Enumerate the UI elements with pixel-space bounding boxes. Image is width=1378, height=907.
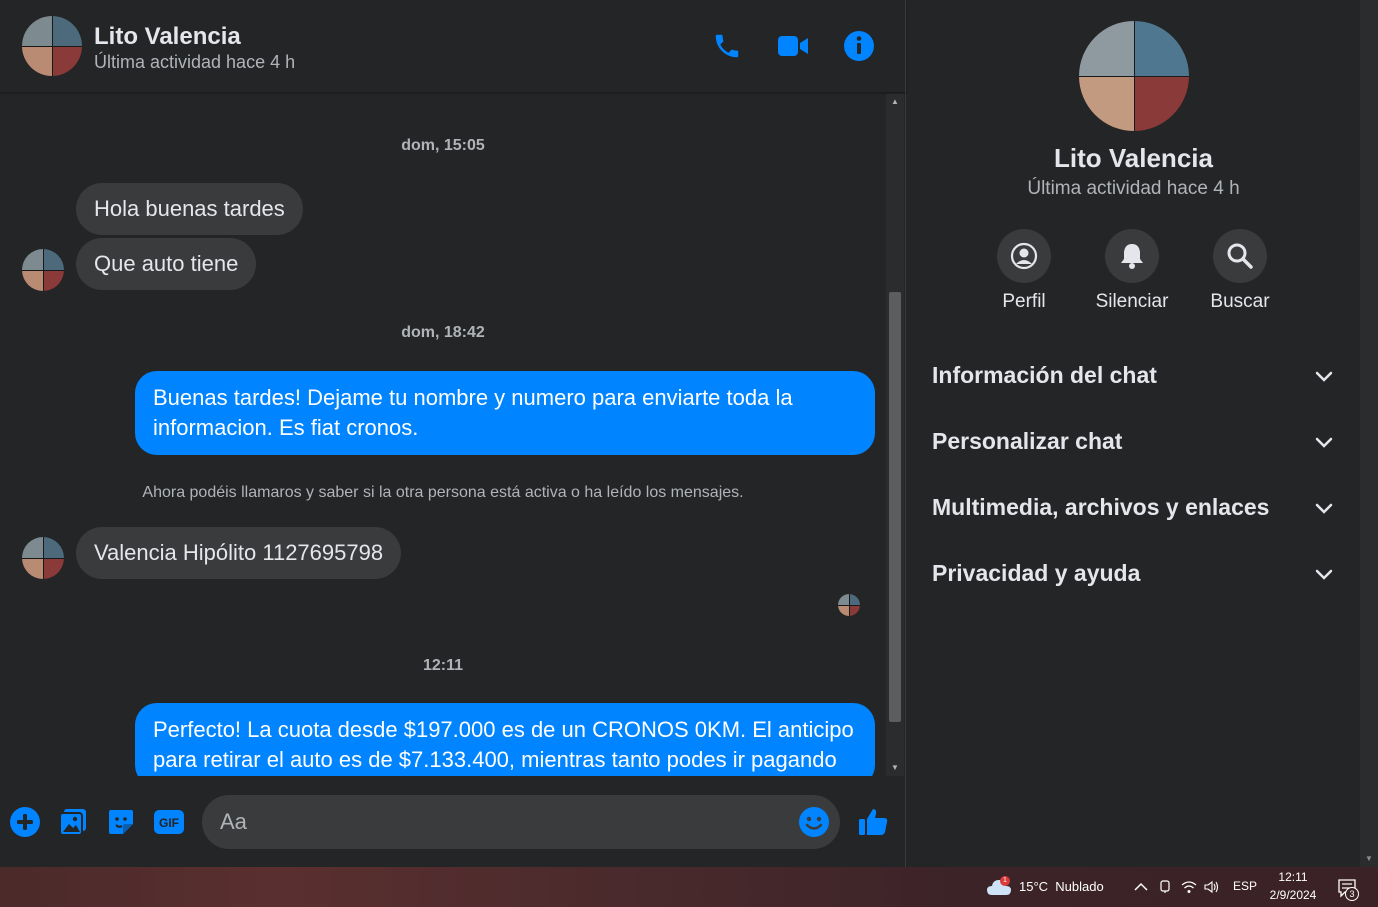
incoming-message[interactable]: Que auto tiene: [76, 238, 257, 290]
message-input[interactable]: [220, 795, 790, 849]
contact-name[interactable]: Lito Valencia: [94, 23, 241, 51]
panel-scroll-down-arrow[interactable]: ▼: [1360, 851, 1378, 867]
section-privacy-help[interactable]: Privacidad y ayuda: [918, 546, 1348, 602]
message-list[interactable]: dom, 15:05 Hola buenas tardes Que auto t…: [0, 94, 886, 776]
section-label: Información del chat: [932, 362, 1157, 388]
chevron-down-icon: [1315, 569, 1333, 580]
scroll-up-arrow[interactable]: ▲: [886, 94, 904, 110]
profile-button[interactable]: Perfil: [969, 229, 1079, 313]
gallery-icon[interactable]: [57, 806, 89, 838]
system-notice: Ahora podéis llamaros y saber si la otra…: [142, 484, 744, 501]
scroll-down-arrow[interactable]: ▼: [886, 760, 904, 776]
like-icon[interactable]: [857, 806, 889, 838]
outgoing-message[interactable]: Buenas tardes! Dejame tu nombre y numero…: [135, 371, 875, 455]
search-label: Buscar: [1210, 291, 1270, 312]
sender-avatar[interactable]: [22, 249, 64, 291]
info-icon[interactable]: [843, 30, 875, 62]
section-label: Personalizar chat: [932, 428, 1123, 454]
input-language[interactable]: ESP: [1233, 879, 1257, 893]
chevron-down-icon: [1315, 437, 1333, 448]
timestamp: 12:11: [422, 657, 464, 674]
wifi-icon[interactable]: [1180, 878, 1198, 896]
chat-scrollbar[interactable]: ▲ ▼: [886, 94, 904, 776]
video-camera-icon[interactable]: [777, 30, 809, 62]
mute-label: Silenciar: [1095, 291, 1169, 312]
chevron-down-icon: [1315, 503, 1333, 514]
emoji-icon[interactable]: [798, 806, 830, 838]
panel-contact-name: Lito Valencia: [1054, 143, 1213, 173]
section-chat-info[interactable]: Información del chat: [918, 348, 1348, 404]
notification-count-badge: 3: [1345, 887, 1359, 901]
sender-avatar[interactable]: [22, 537, 64, 579]
panel-contact-avatar[interactable]: [1079, 21, 1189, 131]
outgoing-message[interactable]: Perfecto! La cuota desde $197.000 es de …: [135, 703, 875, 776]
section-customize-chat[interactable]: Personalizar chat: [918, 414, 1348, 470]
chat-column: Lito Valencia Última actividad hace 4 h …: [0, 0, 906, 867]
section-label: Multimedia, archivos y enlaces: [932, 494, 1270, 520]
windows-taskbar: 1 15°C Nublado ESP 12:11 2/9/2024 3: [0, 867, 1378, 907]
search-button[interactable]: Buscar: [1185, 229, 1295, 313]
contact-status: Última actividad hace 4 h: [94, 52, 296, 72]
weather-badge: 1: [1000, 876, 1010, 886]
message-composer: GIF: [0, 776, 906, 867]
sticker-icon[interactable]: [105, 806, 137, 838]
profile-label: Perfil: [1002, 291, 1046, 312]
plus-icon[interactable]: [9, 806, 41, 838]
timestamp: dom, 15:05: [401, 137, 485, 154]
section-label: Privacidad y ayuda: [932, 560, 1141, 586]
read-receipt-avatar: [838, 594, 860, 616]
scroll-thumb[interactable]: [889, 292, 901, 722]
meet-now-icon[interactable]: [1156, 878, 1174, 896]
conversation-details-panel: Lito Valencia Última actividad hace 4 h …: [907, 0, 1360, 867]
contact-avatar[interactable]: [22, 16, 82, 76]
section-media-files-links[interactable]: Multimedia, archivos y enlaces: [918, 480, 1348, 536]
bell-icon: [1105, 229, 1159, 283]
volume-icon[interactable]: [1203, 878, 1221, 896]
messenger-window: Lito Valencia Última actividad hace 4 h …: [0, 0, 1378, 867]
mute-button[interactable]: Silenciar: [1077, 229, 1187, 313]
incoming-message[interactable]: Hola buenas tardes: [76, 183, 303, 235]
chevron-down-icon: [1315, 371, 1333, 382]
search-icon: [1213, 229, 1267, 283]
gif-icon[interactable]: GIF: [153, 806, 185, 838]
timestamp: dom, 18:42: [401, 324, 485, 341]
chevron-up-icon[interactable]: [1132, 878, 1150, 896]
weather-text[interactable]: 15°C Nublado: [1019, 879, 1104, 894]
panel-scrollbar[interactable]: ▼: [1360, 0, 1378, 867]
phone-icon[interactable]: [711, 30, 743, 62]
panel-contact-status: Última actividad hace 4 h: [1027, 178, 1240, 199]
incoming-message[interactable]: Valencia Hipólito 1127695798: [76, 527, 402, 579]
profile-icon: [997, 229, 1051, 283]
message-input-wrapper[interactable]: [202, 795, 840, 849]
chat-header: Lito Valencia Última actividad hace 4 h: [0, 0, 906, 92]
clock-date[interactable]: 2/9/2024: [1267, 888, 1319, 902]
gif-label: GIF: [159, 816, 179, 830]
clock-time[interactable]: 12:11: [1269, 870, 1317, 884]
